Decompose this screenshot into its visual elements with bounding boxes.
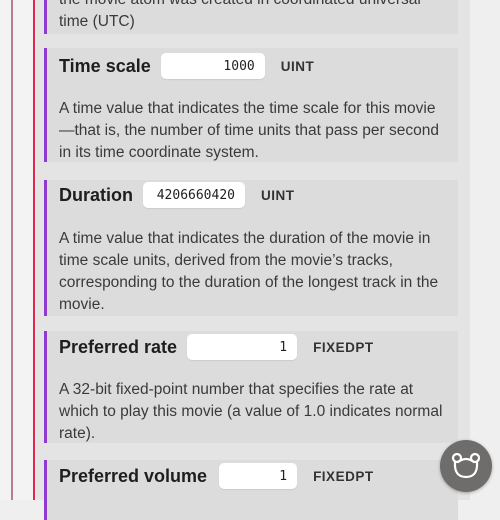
field-type: FIXEDPT xyxy=(313,339,374,355)
floating-action-button[interactable] xyxy=(440,440,492,492)
field-label: Preferred rate xyxy=(59,336,178,357)
field-preferred-rate: Preferred rate 1 FIXEDPT A 32-bit fixed-… xyxy=(44,331,458,443)
field-previous-block: the movie atom was created in coordinate… xyxy=(44,0,458,34)
bear-face-icon xyxy=(451,452,481,479)
field-description: A time value that indicates the time sca… xyxy=(59,100,439,161)
field-label: Preferred volume xyxy=(59,465,208,486)
field-time-scale: Time scale 1000 UINT A time value that i… xyxy=(44,48,458,162)
field-type: UINT xyxy=(280,58,315,74)
field-preferred-volume: Preferred volume 1 FIXEDPT xyxy=(44,460,458,520)
left-rail xyxy=(0,0,35,500)
field-description: the movie atom was created in coordinate… xyxy=(59,0,421,30)
field-description: A 32-bit fixed-point number that specifi… xyxy=(59,381,443,442)
field-value-input[interactable]: 4206660420 xyxy=(143,182,245,208)
left-rail-line xyxy=(11,0,13,500)
field-label: Duration xyxy=(59,184,133,205)
field-type: UINT xyxy=(261,187,295,203)
field-value-input[interactable]: 1 xyxy=(187,334,298,360)
field-type: FIXEDPT xyxy=(313,468,374,484)
field-value-input[interactable]: 1000 xyxy=(160,53,265,79)
field-label: Time scale xyxy=(59,55,151,76)
field-description: A time value that indicates the duration… xyxy=(59,230,439,313)
field-value-input[interactable]: 1 xyxy=(219,463,298,489)
field-duration: Duration 4206660420 UINT A time value th… xyxy=(44,180,458,316)
